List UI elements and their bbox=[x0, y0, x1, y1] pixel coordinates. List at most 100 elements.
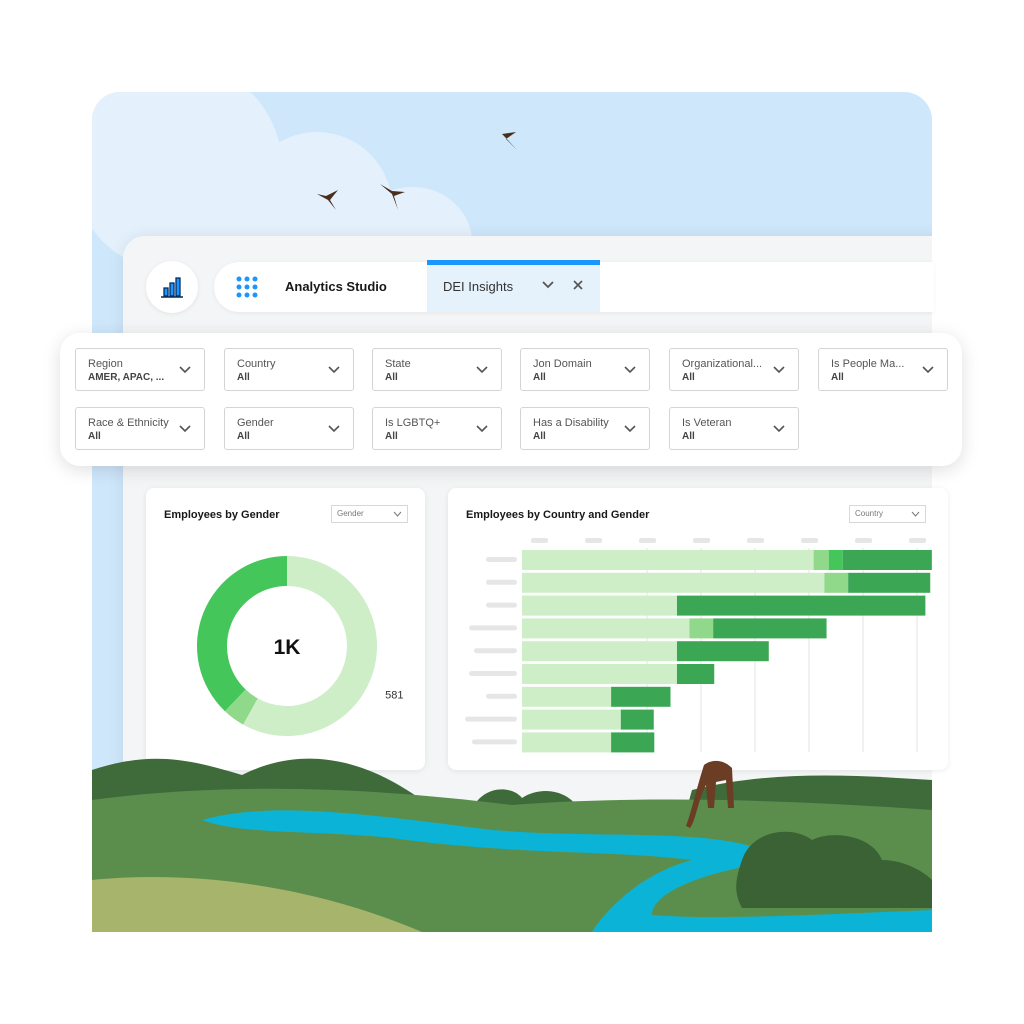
filter-dropdown[interactable]: Is Veteran All bbox=[669, 407, 799, 450]
chevron-down-icon bbox=[393, 511, 402, 517]
y-label-placeholder bbox=[474, 648, 517, 654]
x-tick-placeholder bbox=[693, 538, 710, 543]
filter-value: All bbox=[237, 372, 250, 383]
bar-segment[interactable] bbox=[713, 618, 827, 639]
gender-select[interactable]: Gender bbox=[331, 505, 408, 523]
x-tick-placeholder bbox=[909, 538, 926, 543]
filter-label: Has a Disability bbox=[533, 417, 609, 429]
bar-segment[interactable] bbox=[522, 686, 612, 707]
filter-dropdown[interactable]: Is LGBTQ+ All bbox=[372, 407, 502, 450]
filter-value: All bbox=[831, 372, 844, 383]
bar-segment[interactable] bbox=[522, 641, 677, 662]
app-title: Analytics Studio bbox=[285, 279, 387, 294]
filter-dropdown[interactable]: Region AMER, APAC, ... bbox=[75, 348, 205, 391]
filter-value: All bbox=[385, 372, 398, 383]
filter-dropdown[interactable]: Jon Domain All bbox=[520, 348, 650, 391]
close-icon[interactable] bbox=[571, 278, 585, 292]
x-tick-placeholder bbox=[801, 538, 818, 543]
filter-value: All bbox=[88, 431, 101, 442]
x-tick-placeholder bbox=[531, 538, 548, 543]
filter-label: Is People Ma... bbox=[831, 358, 905, 370]
filter-value: All bbox=[237, 431, 250, 442]
bar-segment[interactable] bbox=[824, 572, 849, 593]
chevron-down-icon bbox=[179, 366, 191, 374]
chevron-down-icon bbox=[328, 366, 340, 374]
filter-dropdown[interactable]: State All bbox=[372, 348, 502, 391]
filter-dropdown[interactable]: Organizational... All bbox=[669, 348, 799, 391]
y-label-placeholder bbox=[469, 671, 517, 676]
chevron-down-icon bbox=[911, 511, 920, 517]
bar-segment[interactable] bbox=[848, 572, 931, 593]
filter-label: Country bbox=[237, 358, 276, 370]
filter-label: Is LGBTQ+ bbox=[385, 417, 441, 429]
bar-segment[interactable] bbox=[689, 618, 714, 639]
filter-value: All bbox=[682, 372, 695, 383]
y-label-placeholder bbox=[469, 625, 517, 631]
filter-label: Race & Ethnicity bbox=[88, 417, 169, 429]
bar-chart-icon bbox=[161, 277, 183, 298]
donut-slice-label: 379 bbox=[190, 573, 208, 585]
chevron-down-icon bbox=[624, 425, 636, 433]
chevron-down-icon bbox=[624, 366, 636, 374]
bar-segment[interactable] bbox=[522, 572, 825, 593]
x-tick-placeholder bbox=[639, 538, 656, 543]
chevron-down-icon bbox=[179, 425, 191, 433]
bar-segment[interactable] bbox=[676, 664, 715, 684]
y-label-placeholder bbox=[486, 557, 517, 562]
chevron-down-icon[interactable] bbox=[541, 278, 555, 292]
bar-segment[interactable] bbox=[522, 664, 677, 684]
filter-label: State bbox=[385, 358, 411, 370]
y-label-placeholder bbox=[486, 602, 517, 608]
filter-label: Jon Domain bbox=[533, 358, 592, 370]
app-logo[interactable] bbox=[146, 261, 198, 313]
bar-segment[interactable] bbox=[522, 595, 677, 616]
filter-label: Organizational... bbox=[682, 358, 763, 370]
donut-slice-label: 581 bbox=[385, 690, 403, 702]
bar-segment[interactable] bbox=[842, 550, 932, 570]
tab-label: DEI Insights bbox=[443, 279, 514, 294]
y-label-placeholder bbox=[486, 693, 517, 699]
donut-center-label: 1K bbox=[274, 636, 301, 659]
tab-dei-insights[interactable]: DEI Insights bbox=[427, 260, 600, 312]
chevron-down-icon bbox=[922, 366, 934, 374]
filter-value: All bbox=[533, 431, 546, 442]
bar-segment[interactable] bbox=[522, 618, 690, 639]
x-tick-placeholder bbox=[747, 538, 764, 543]
bar-segment[interactable] bbox=[522, 550, 814, 570]
filter-label: Is Veteran bbox=[682, 417, 732, 429]
filter-dropdown[interactable]: Race & Ethnicity All bbox=[75, 407, 205, 450]
card-title: Employees by Country and Gender bbox=[466, 509, 650, 521]
select-value: Gender bbox=[337, 509, 364, 518]
chevron-down-icon bbox=[773, 425, 785, 433]
bar-segment[interactable] bbox=[813, 550, 829, 570]
landscape-illustration bbox=[92, 758, 932, 932]
chevron-down-icon bbox=[328, 425, 340, 433]
bar-segment[interactable] bbox=[828, 550, 843, 570]
filter-dropdown[interactable]: Has a Disability All bbox=[520, 407, 650, 450]
chevron-down-icon bbox=[476, 366, 488, 374]
filter-label: Region bbox=[88, 358, 123, 370]
chevron-down-icon bbox=[773, 366, 785, 374]
x-tick-placeholder bbox=[855, 538, 872, 543]
bar-segment[interactable] bbox=[676, 595, 926, 616]
filter-dropdown[interactable]: Country All bbox=[224, 348, 354, 391]
filter-label: Gender bbox=[237, 417, 274, 429]
country-select[interactable]: Country bbox=[849, 505, 926, 523]
donut-slice[interactable] bbox=[197, 556, 287, 712]
chevron-down-icon bbox=[476, 425, 488, 433]
card-title: Employees by Gender bbox=[164, 509, 280, 521]
filter-panel: Region AMER, APAC, ... Country All State… bbox=[60, 333, 962, 466]
y-label-placeholder bbox=[486, 579, 517, 585]
filter-value: AMER, APAC, ... bbox=[88, 372, 165, 383]
filter-dropdown[interactable]: Is People Ma... All bbox=[818, 348, 948, 391]
bar-segment[interactable] bbox=[676, 641, 769, 662]
filter-dropdown[interactable]: Gender All bbox=[224, 407, 354, 450]
filter-value: All bbox=[682, 431, 695, 442]
app-launcher-grid-icon[interactable] bbox=[236, 276, 260, 298]
bar-segment[interactable] bbox=[611, 686, 671, 707]
filter-value: All bbox=[533, 372, 546, 383]
select-value: Country bbox=[855, 509, 884, 518]
tab-bar: Analytics Studio DEI Insights bbox=[214, 260, 934, 312]
x-tick-placeholder bbox=[585, 538, 602, 543]
filter-value: All bbox=[385, 431, 398, 442]
